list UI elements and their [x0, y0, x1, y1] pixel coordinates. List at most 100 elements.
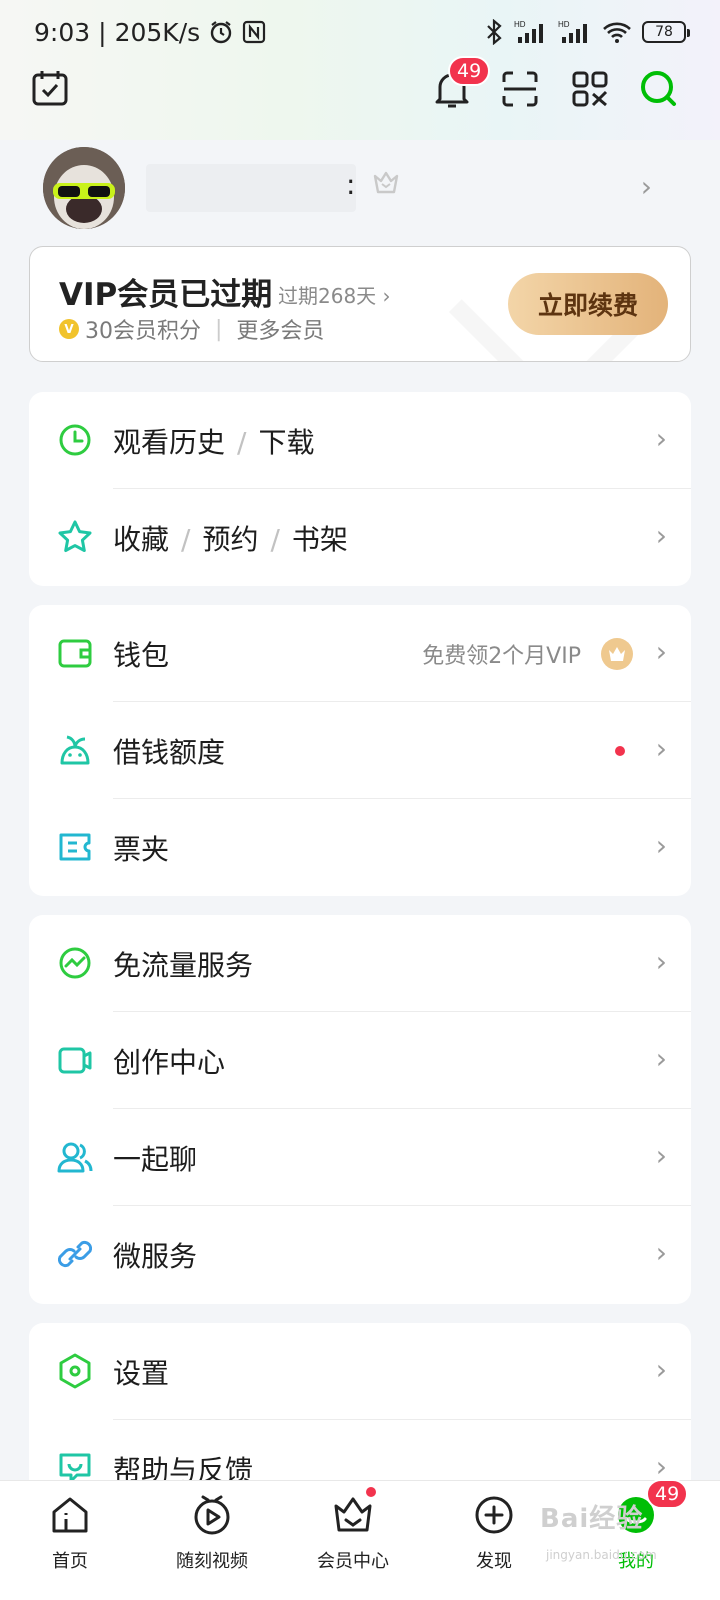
menu-item-history-download[interactable]: 观看历史 / 下载 › — [29, 392, 691, 489]
watermark-url: jingyan.baidu.com — [546, 1548, 657, 1562]
loan-label: 借钱额度 — [113, 735, 226, 769]
clock-icon — [59, 424, 91, 456]
home-icon — [52, 1497, 88, 1533]
signal-hd-icon: HD — [558, 20, 587, 43]
tab-discover[interactable]: 发现 — [434, 1493, 554, 1573]
grid-icon[interactable] — [571, 70, 609, 108]
menu-item-loan[interactable]: 借钱额度 › — [29, 702, 691, 799]
svg-text:HD: HD — [558, 20, 570, 29]
header-toolbar: 49 — [0, 56, 720, 144]
wallet-label: 钱包 — [113, 638, 170, 672]
favorites-link[interactable]: 收藏 — [113, 523, 169, 556]
menu-item-tickets[interactable]: 票夹 › — [29, 799, 691, 896]
play-clock-icon — [194, 1495, 230, 1535]
chevron-right-icon: › — [655, 422, 667, 455]
menu-item-free-traffic[interactable]: 免流量服务 › — [29, 915, 691, 1012]
menu-item-micro-services[interactable]: 微服务 › — [29, 1206, 691, 1303]
scan-icon[interactable] — [501, 70, 539, 108]
tab-moments-video[interactable]: 随刻视频 — [152, 1493, 272, 1573]
chevron-right-icon: › — [655, 635, 667, 668]
chevron-right-icon: › — [655, 732, 667, 765]
chevron-right-icon: › — [655, 519, 667, 552]
chevron-right-icon: › — [655, 1139, 667, 1172]
chevron-right-icon: › — [655, 945, 667, 978]
bookshelf-link[interactable]: 书架 — [292, 523, 348, 556]
micro-services-label: 微服务 — [113, 1239, 198, 1273]
star-icon — [58, 520, 92, 552]
signal-hd-icon: HD — [514, 20, 543, 43]
bluetooth-icon — [487, 19, 502, 45]
link-icon — [57, 1240, 93, 1268]
menu-card-finance: 钱包 免费领2个月VIP › 借钱额度 › 票夹 › — [29, 605, 691, 896]
free-traffic-label: 免流量服务 — [113, 948, 254, 982]
users-icon — [57, 1142, 93, 1173]
download-link[interactable]: 下载 — [258, 426, 314, 459]
me-badge: 49 — [646, 1479, 689, 1509]
menu-item-settings[interactable]: 设置 › — [29, 1323, 691, 1420]
crown-basket-icon — [334, 1497, 372, 1532]
menu-label: 观看历史 / 下载 — [113, 425, 315, 459]
status-bar: 9:03 | 205K/s HD HD 78 — [0, 0, 720, 64]
wallet-icon — [58, 639, 92, 668]
search-icon[interactable] — [638, 68, 678, 108]
notification-badge: 49 — [448, 56, 491, 86]
gold-crown-icon — [601, 638, 633, 670]
chevron-right-icon: › — [382, 284, 391, 308]
settings-label: 设置 — [113, 1356, 170, 1390]
menu-card-services: 免流量服务 › 创作中心 › 一起聊 › 微服务 › — [29, 915, 691, 1304]
reservations-link[interactable]: 预约 — [202, 523, 258, 556]
creator-center-label: 创作中心 — [113, 1045, 226, 1079]
battery-level: 78 — [655, 24, 673, 40]
crown-icon — [373, 171, 399, 194]
chevron-right-icon: › — [655, 1236, 667, 1269]
status-divider: | — [98, 17, 107, 47]
menu-item-creator-center[interactable]: 创作中心 › — [29, 1012, 691, 1109]
divider: | — [215, 316, 223, 342]
chevron-right-icon: › — [655, 829, 667, 862]
menu-card-history: 观看历史 / 下载 › 收藏 / 预约 / 书架 › — [29, 392, 691, 586]
vip-status-title: VIP会员已过期 — [59, 277, 273, 313]
chevron-right-icon: › — [655, 1353, 667, 1386]
menu-label: 收藏 / 预约 / 书架 — [113, 522, 348, 556]
watch-history-link[interactable]: 观看历史 — [113, 426, 225, 459]
watermark: Bai经验 — [540, 1504, 644, 1534]
plus-circle-icon — [475, 1496, 513, 1534]
menu-item-favorites[interactable]: 收藏 / 预约 / 书架 › — [29, 489, 691, 586]
battery-icon: 78 — [642, 21, 690, 43]
username-suffix: : — [346, 168, 356, 201]
tab-label: 发现 — [476, 1551, 512, 1572]
points-coin-icon: V — [59, 319, 79, 339]
hexagon-settings-icon — [59, 1353, 91, 1389]
money-sprout-icon — [60, 735, 90, 765]
profile-row[interactable]: : › — [0, 140, 720, 240]
status-time: 9:03 — [34, 17, 91, 47]
vip-card[interactable]: VIP会员已过期 过期268天 › V 30会员积分 | 更多会员 立即续费 — [29, 246, 691, 362]
svg-text:HD: HD — [514, 20, 526, 29]
ticket-icon — [59, 833, 91, 861]
tab-vip-center[interactable]: 会员中心 — [293, 1487, 413, 1573]
tab-label: 会员中心 — [317, 1551, 389, 1572]
avatar[interactable] — [43, 147, 125, 229]
new-indicator-dot — [615, 746, 625, 756]
menu-item-wallet[interactable]: 钱包 免费领2个月VIP › — [29, 605, 691, 702]
nfc-icon — [243, 20, 266, 44]
wallet-promo-text: 免费领2个月VIP — [422, 643, 581, 669]
username-redacted — [146, 164, 356, 212]
tab-label: 首页 — [52, 1551, 88, 1572]
traffic-icon — [59, 947, 91, 979]
wifi-icon — [603, 22, 631, 43]
chevron-right-icon: › — [640, 170, 652, 203]
more-membership-link[interactable]: 更多会员 — [236, 313, 324, 345]
tab-label: 随刻视频 — [176, 1551, 248, 1572]
vip-sub-row: V 30会员积分 | 更多会员 — [59, 313, 324, 345]
renew-button[interactable]: 立即续费 — [508, 273, 668, 335]
chat-together-label: 一起聊 — [113, 1142, 198, 1176]
tab-home[interactable]: 首页 — [10, 1493, 130, 1573]
menu-item-chat-together[interactable]: 一起聊 › — [29, 1109, 691, 1206]
chevron-right-icon: › — [655, 1042, 667, 1075]
calendar-check-icon[interactable] — [30, 68, 70, 108]
vip-expired-link[interactable]: 过期268天 › — [278, 280, 391, 309]
camera-icon — [58, 1047, 92, 1074]
vip-expired-text: 过期268天 — [278, 284, 377, 308]
vip-points[interactable]: 30会员积分 — [85, 313, 201, 345]
